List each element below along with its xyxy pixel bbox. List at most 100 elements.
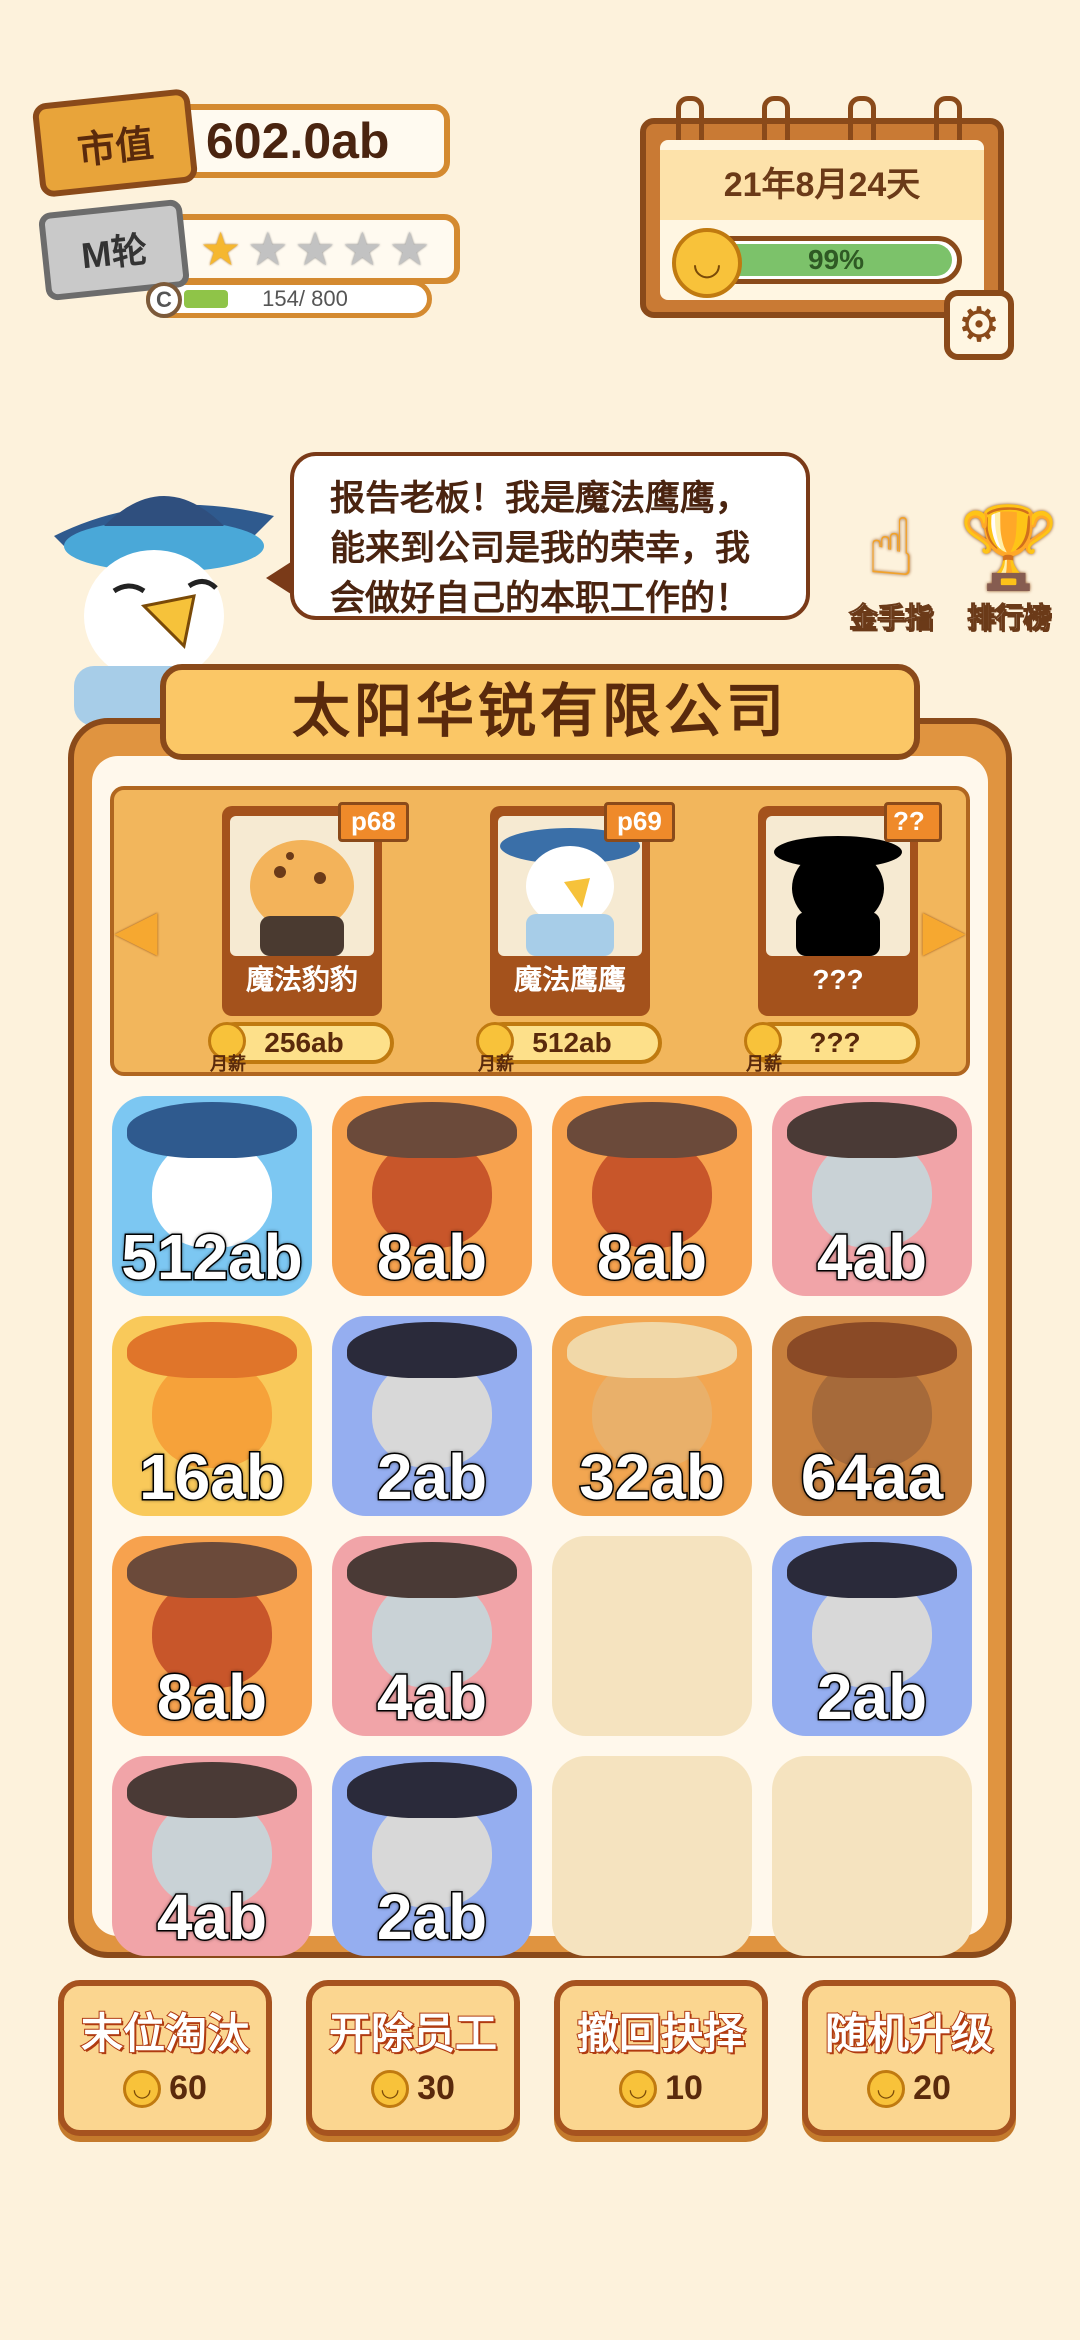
leaderboard-button[interactable]: 🏆 排行榜 (954, 500, 1064, 640)
cell-value: 2ab (375, 1880, 488, 1955)
company-name-banner: 太阳华锐有限公司 (160, 664, 920, 760)
cell-value: 32ab (578, 1440, 727, 1515)
wizard-hat (567, 1102, 737, 1158)
smile-icon: ◡ (123, 2069, 162, 2108)
rank-stars: ★ ★ ★ ★ ★ (150, 214, 460, 284)
employee-name: 魔法豹豹 (245, 964, 358, 995)
action-cost: ◡ 20 (867, 2069, 951, 2108)
action-cost-value: 60 (169, 2069, 207, 2107)
company-name: 太阳华锐有限公司 (291, 679, 788, 744)
market-value-badge: 市值 (31, 87, 199, 199)
experience-text: 154/ 800 (262, 286, 348, 311)
cell-value: 8ab (375, 1220, 488, 1295)
cell-value: 2ab (375, 1440, 488, 1515)
speech-line: 会做好自己的本职工作的！ (330, 579, 751, 618)
grid-cell-hamster[interactable]: 2ab (332, 1756, 532, 1956)
speech-line: 能来到公司是我的荣幸，我 (330, 529, 751, 568)
grid-cell-empty[interactable] (552, 1756, 752, 1956)
trophy-icon: 🏆 (959, 503, 1059, 592)
wizard-hat (127, 1322, 297, 1378)
star-icon-5: ★ (389, 223, 431, 275)
grid-cell-red-panda[interactable]: 8ab (552, 1096, 752, 1296)
cell-value: 512ab (120, 1220, 304, 1295)
mood-value: 99% (807, 244, 865, 275)
golden-finger-label: 金手指 (848, 602, 933, 634)
cell-value: 4ab (375, 1660, 488, 1735)
grade-letter: C (156, 287, 172, 312)
cell-value: 8ab (595, 1220, 708, 1295)
action-cost-value: 20 (913, 2069, 951, 2107)
action-cost-value: 30 (417, 2069, 455, 2107)
eliminate-last-button[interactable]: 末位淘汰 ◡ 60 (58, 1980, 272, 2136)
star-icon-2: ★ (247, 223, 289, 275)
action-title: 随机升级 (824, 2009, 994, 2058)
grid-cell-mouse[interactable]: 4ab (332, 1536, 532, 1736)
cell-value: 4ab (815, 1220, 928, 1295)
action-cost: ◡ 30 (371, 2069, 455, 2108)
golden-finger-button[interactable]: ☝ 金手指 (836, 500, 946, 640)
carousel-left-arrow[interactable]: ◀ (114, 898, 157, 961)
funding-round-label: M轮 (79, 228, 150, 277)
salary-label: 月薪 (210, 1054, 246, 1074)
action-title: 末位淘汰 (80, 2009, 250, 2058)
gear-icon[interactable]: ⚙ (944, 290, 1014, 360)
wizard-hat (347, 1542, 517, 1598)
wizard-hat (787, 1322, 957, 1378)
market-value-label: 市值 (75, 122, 156, 173)
grid-cell-bear[interactable]: 64aa (772, 1316, 972, 1516)
grid-cell-red-panda[interactable]: 8ab (112, 1536, 312, 1736)
wizard-hat (347, 1762, 517, 1818)
grid-cell-empty[interactable] (772, 1756, 972, 1956)
cell-value: 2ab (815, 1660, 928, 1735)
star-icon-3: ★ (294, 223, 336, 275)
wizard-hat (127, 1762, 297, 1818)
action-title: 撤回抉择 (576, 2009, 746, 2058)
grid-cell-eagle[interactable]: 512ab (112, 1096, 312, 1296)
action-title: 开除员工 (328, 2009, 498, 2058)
grid-cell-mouse[interactable]: 4ab (772, 1096, 972, 1296)
wizard-hat (787, 1542, 957, 1598)
smile-icon: ◡ (371, 2069, 410, 2108)
star-icon-1: ★ (200, 223, 242, 275)
action-cost: ◡ 10 (619, 2069, 703, 2108)
wizard-hat (347, 1102, 517, 1158)
employee-name: 魔法鹰鹰 (513, 964, 626, 995)
wizard-hat (127, 1102, 297, 1158)
grade-badge: C (146, 282, 182, 318)
star-icon-4: ★ (341, 223, 383, 275)
wizard-hat (347, 1322, 517, 1378)
employee-level-tag: p69 (604, 802, 675, 842)
grid-cell-hamster[interactable]: 2ab (772, 1536, 972, 1736)
wizard-hat (567, 1322, 737, 1378)
speech-line: 报告老板！我是魔法鹰鹰， (330, 479, 751, 518)
wizard-hat (127, 1542, 297, 1598)
cell-value: 16ab (138, 1440, 287, 1515)
carousel-right-arrow[interactable]: ▶ (922, 898, 965, 961)
smile-icon: ◡ (619, 2069, 658, 2108)
speech-bubble: 报告老板！我是魔法鹰鹰， 能来到公司是我的荣幸，我 会做好自己的本职工作的！ (290, 452, 810, 620)
action-cost: ◡ 60 (123, 2069, 207, 2108)
smile-icon: ◡ (867, 2069, 906, 2108)
salary-label: 月薪 (478, 1054, 514, 1074)
grid-cell-hamster[interactable]: 2ab (332, 1316, 532, 1516)
cell-value: 4ab (155, 1880, 268, 1955)
employee-level-tag: p68 (338, 802, 409, 842)
random-upgrade-button[interactable]: 随机升级 ◡ 20 (802, 1980, 1016, 2136)
experience-fill (184, 290, 228, 308)
smile-icon: ◡ (672, 228, 742, 298)
calendar-date: 21年8月24天 (660, 150, 984, 220)
undo-choice-button[interactable]: 撤回抉择 ◡ 10 (554, 1980, 768, 2136)
grid-cell-cat[interactable]: 16ab (112, 1316, 312, 1516)
market-value-text: 602.0ab (206, 113, 390, 169)
employee-name: ??? (812, 964, 864, 995)
grid-cell-shiba[interactable]: 32ab (552, 1316, 752, 1516)
cell-value: 8ab (155, 1660, 268, 1735)
cell-value: 64aa (799, 1440, 944, 1515)
fire-employee-button[interactable]: 开除员工 ◡ 30 (306, 1980, 520, 2136)
grid-cell-mouse[interactable]: 4ab (112, 1756, 312, 1956)
wizard-hat (787, 1102, 957, 1158)
mood-fill: 99% (720, 244, 952, 276)
grid-cell-empty[interactable] (552, 1536, 752, 1736)
pointing-hand-icon: ☝ (866, 503, 916, 592)
grid-cell-red-panda[interactable]: 8ab (332, 1096, 532, 1296)
